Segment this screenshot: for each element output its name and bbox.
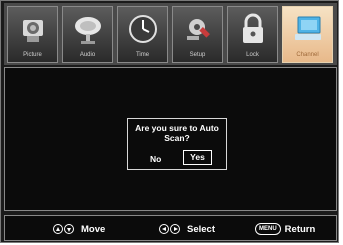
no-button[interactable]: No	[150, 154, 161, 164]
select-hint: Select	[159, 222, 215, 236]
arrow-down-icon	[64, 224, 74, 234]
tv-osd-menu: Picture Audio Time Setup Lock Channel Ar…	[0, 0, 339, 243]
camera-icon	[23, 20, 43, 42]
select-label: Select	[187, 223, 215, 235]
satellite-dish-icon	[75, 17, 101, 44]
tab-label: Time	[135, 52, 150, 58]
move-label: Move	[81, 223, 106, 235]
lock-icon	[243, 13, 263, 43]
auto-scan-dialog: Are you sure to Auto Scan? No Yes	[127, 118, 227, 170]
footer-hints: Move Select MENU Return	[4, 215, 337, 241]
clock-icon	[129, 15, 157, 43]
move-hint: Move	[53, 222, 105, 236]
tab-time[interactable]: Time	[117, 6, 168, 63]
tools-icon	[187, 19, 210, 40]
tab-channel[interactable]: Channel	[282, 6, 333, 63]
return-hint: MENU Return	[255, 222, 315, 236]
tab-audio[interactable]: Audio	[62, 6, 113, 63]
menu-key-icon: MENU	[255, 223, 281, 235]
tab-label: Picture	[23, 52, 42, 58]
content-panel: Are you sure to Auto Scan? No Yes	[4, 67, 337, 211]
tab-label: Setup	[189, 52, 206, 58]
yes-button[interactable]: Yes	[183, 150, 212, 165]
arrow-right-icon	[170, 224, 180, 234]
tab-label: Audio	[79, 52, 96, 58]
arrow-up-icon	[53, 224, 63, 234]
return-label: Return	[284, 223, 316, 235]
menu-tab-bar: Picture Audio Time Setup Lock Channel	[4, 3, 337, 65]
tab-setup[interactable]: Setup	[172, 6, 223, 63]
tab-label: Lock	[246, 52, 259, 58]
tab-picture[interactable]: Picture	[7, 6, 58, 63]
computer-icon	[295, 16, 321, 40]
tab-label: Channel	[296, 52, 319, 58]
arrow-left-icon	[159, 224, 169, 234]
tab-lock[interactable]: Lock	[227, 6, 278, 63]
dialog-message: Are you sure to Auto Scan?	[135, 123, 219, 143]
